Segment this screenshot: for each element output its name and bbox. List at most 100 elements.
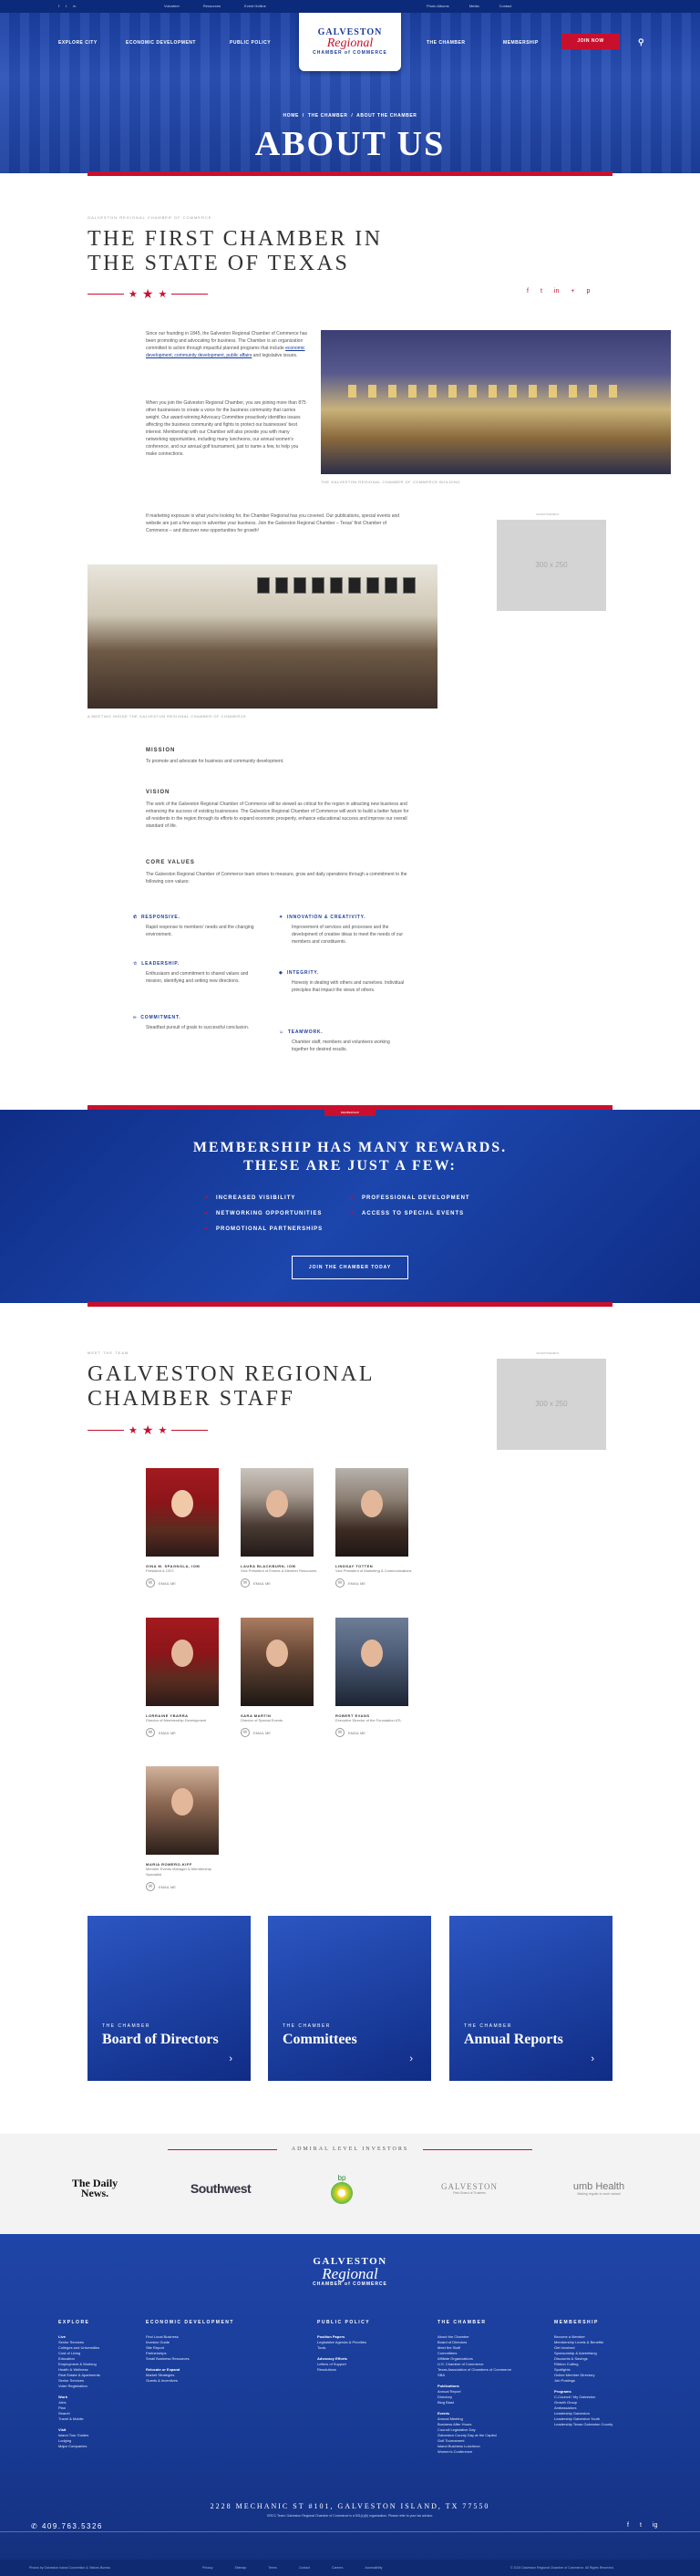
- check-icon: ✔: [204, 1211, 211, 1216]
- page-title: ABOUT US: [254, 125, 446, 163]
- value-integrity-text: Honesty in dealing with others and ourse…: [292, 980, 405, 993]
- utility-link-photo-albums[interactable]: Photo Albums: [427, 4, 449, 8]
- intro-title-line2: THE STATE OF TEXAS: [88, 252, 350, 275]
- ad-label: ADVERTISEMENT: [536, 1351, 560, 1355]
- utility-link-media[interactable]: Media: [469, 4, 479, 8]
- meeting-photo: [88, 564, 438, 709]
- membership-section: MEMBERSHIP MEMBERSHIP HAS MANY REWARDS. …: [0, 1110, 700, 1303]
- value-leadership-text: Enthusiasm and commitment to shared valu…: [146, 971, 249, 984]
- footer-col-economic: ECONOMIC DEVELOPMENT Find Local Business…: [146, 2320, 234, 2383]
- mission-text: To promote and advocate for business and…: [146, 759, 284, 764]
- share-google-icon[interactable]: +: [571, 288, 574, 295]
- star-icon: ★: [158, 1425, 168, 1436]
- staff-card: MARIA ROMERO-KIFF Member Events Manager …: [146, 1766, 228, 1891]
- utility-link-resources[interactable]: Resources: [203, 4, 221, 8]
- facebook-icon[interactable]: f: [627, 2522, 629, 2529]
- utility-link-volunteer[interactable]: Volunteer: [164, 4, 180, 8]
- breadcrumb-home[interactable]: HOME: [283, 113, 299, 119]
- tile-board-of-directors[interactable]: THE CHAMBER Board of Directors ›: [88, 1916, 251, 2081]
- share-twitter-icon[interactable]: t: [540, 288, 542, 295]
- intro-paragraph-3: If marketing exposure is what you're loo…: [146, 513, 400, 533]
- logo-line2: Regional: [326, 36, 374, 50]
- check-icon: ✔: [350, 1195, 356, 1201]
- utility-link-contact[interactable]: Contact: [499, 4, 512, 8]
- staff-title-text: Director of Membership Development: [146, 1718, 207, 1723]
- instagram-icon[interactable]: ig: [653, 2522, 657, 2529]
- staff-photo: [146, 1468, 219, 1557]
- staff-email-link[interactable]: ✉ EMAIL ME: [146, 1728, 228, 1737]
- staff-title-text: President & CEO: [146, 1568, 174, 1573]
- star-icon: ★: [129, 1425, 138, 1436]
- staff-photo: [335, 1618, 408, 1706]
- handshake-icon: ∞: [133, 1015, 138, 1020]
- logo-southwest[interactable]: Southwest: [175, 2170, 266, 2207]
- site-footer: GALVESTON Regional CHAMBER of COMMERCE E…: [0, 2234, 700, 2576]
- search-icon[interactable]: ⚲: [638, 37, 644, 47]
- tile-committees[interactable]: THE CHAMBER Committees ›: [268, 1916, 431, 2081]
- breadcrumb-chamber[interactable]: THE CHAMBER: [308, 113, 348, 119]
- envelope-icon: ✉: [241, 1578, 250, 1588]
- twitter-icon[interactable]: t: [66, 4, 67, 8]
- nav-explore-city[interactable]: EXPLORE CITY: [58, 40, 98, 46]
- nav-public-policy[interactable]: PUBLIC POLICY: [230, 40, 271, 46]
- value-responsive-text: Rapid response to members' needs and the…: [146, 925, 254, 937]
- footer-social: f t ig: [627, 2522, 657, 2529]
- staff-photo: [241, 1618, 314, 1706]
- share-facebook-icon[interactable]: f: [527, 288, 529, 295]
- value-responsive: ✆ RESPONSIVE.: [133, 915, 180, 920]
- logo-line3: CHAMBER of COMMERCE: [313, 50, 387, 56]
- value-integrity: ◈ INTEGRITY.: [279, 970, 320, 976]
- nav-the-chamber[interactable]: THE CHAMBER: [427, 40, 465, 46]
- hero-banner: EXPLORE CITY ECONOMIC DEVELOPMENT PUBLIC…: [0, 13, 700, 173]
- hero-divider: [88, 171, 612, 176]
- logo-daily-news[interactable]: The Daily News.: [67, 2170, 122, 2207]
- staff-card: LAURA BLACKBURN, IOM Vice President of E…: [241, 1468, 323, 1588]
- staff-photo: [335, 1468, 408, 1557]
- footer-logo[interactable]: GALVESTON Regional CHAMBER of COMMERCE: [288, 2256, 412, 2287]
- value-teamwork-text: Chamber staff, members and volunteers wo…: [292, 1040, 390, 1052]
- core-values-heading: CORE VALUES: [146, 860, 195, 865]
- staff-email-link[interactable]: ✉ EMAIL ME: [241, 1728, 323, 1737]
- logo-utmb-health[interactable]: umb Health Making regular to work natura…: [558, 2170, 640, 2207]
- share-linkedin-icon[interactable]: in: [554, 288, 559, 295]
- chevron-right-icon: ›: [591, 2054, 594, 2064]
- nav-membership[interactable]: MEMBERSHIP: [503, 40, 539, 46]
- stars-divider: ★ ★ ★: [88, 286, 209, 302]
- intro-paragraph-2: When you join the Galveston Regional Cha…: [146, 400, 306, 457]
- logo-bp[interactable]: bp: [319, 2170, 365, 2207]
- staff-title-text: Director of Special Events: [241, 1718, 283, 1723]
- utility-bar: f t in Volunteer Resources Event Hotline…: [0, 0, 700, 13]
- tile-annual-reports[interactable]: THE CHAMBER Annual Reports ›: [449, 1916, 612, 2081]
- staff-card: LORRAINE YBARRA Director of Membership D…: [146, 1618, 228, 1737]
- ad-placeholder[interactable]: 300 x 250: [497, 520, 606, 611]
- logo-galveston-park-board[interactable]: GALVESTON Park Board of Trustees: [428, 2170, 510, 2207]
- staff-title-text: Executive Director of the Foundation ATL: [335, 1718, 402, 1723]
- value-commitment: ∞ COMMITMENT.: [133, 1015, 181, 1020]
- membership-title: MEMBERSHIP HAS MANY REWARDS. THESE ARE J…: [192, 1140, 508, 1174]
- footer-phone[interactable]: ✆ 409.763.5326: [31, 2522, 103, 2530]
- staff-email-link[interactable]: ✉ EMAIL ME: [146, 1578, 228, 1588]
- staff-email-link[interactable]: ✉ EMAIL ME: [335, 1578, 417, 1588]
- footer-col-explore: EXPLORE Live Senior Services Colleges an…: [58, 2320, 100, 2448]
- staff-email-link[interactable]: ✉ EMAIL ME: [335, 1728, 417, 1737]
- facebook-icon[interactable]: f: [58, 4, 59, 8]
- twitter-icon[interactable]: t: [640, 2522, 642, 2529]
- staff-photo: [241, 1468, 314, 1557]
- join-chamber-button[interactable]: JOIN THE CHAMBER TODAY: [292, 1256, 408, 1279]
- footer-note: GRCC Team: Galveston Regional Chamber of…: [266, 2514, 434, 2518]
- linkedin-icon[interactable]: in: [73, 4, 76, 8]
- ad-placeholder-2[interactable]: 300 x 250: [497, 1359, 606, 1450]
- share-pinterest-icon[interactable]: p: [586, 288, 590, 295]
- value-leadership: ☆ LEADERSHIP.: [133, 961, 180, 967]
- staff-email-link[interactable]: ✉ EMAIL ME: [241, 1578, 323, 1588]
- membership-badge: MEMBERSHIP: [324, 1110, 376, 1116]
- breadcrumb: HOME / THE CHAMBER / ABOUT THE CHAMBER: [283, 113, 417, 119]
- staff-email-link[interactable]: ✉ EMAIL ME: [146, 1882, 228, 1891]
- benefit-special-events: ✔ ACCESS TO SPECIAL EVENTS: [350, 1211, 465, 1216]
- nav-economic-development[interactable]: ECONOMIC DEVELOPMENT: [126, 40, 196, 46]
- site-logo[interactable]: GALVESTON Regional CHAMBER of COMMERCE: [299, 13, 401, 71]
- utility-link-event-hotline[interactable]: Event Hotline: [244, 4, 266, 8]
- join-now-button[interactable]: JOIN NOW: [561, 34, 620, 49]
- benefit-promotional: ✔ PROMOTIONAL PARTNERSHIPS: [204, 1226, 324, 1232]
- staff-card: LINDSAY TOTTEN Vice President of Marketi…: [335, 1468, 417, 1588]
